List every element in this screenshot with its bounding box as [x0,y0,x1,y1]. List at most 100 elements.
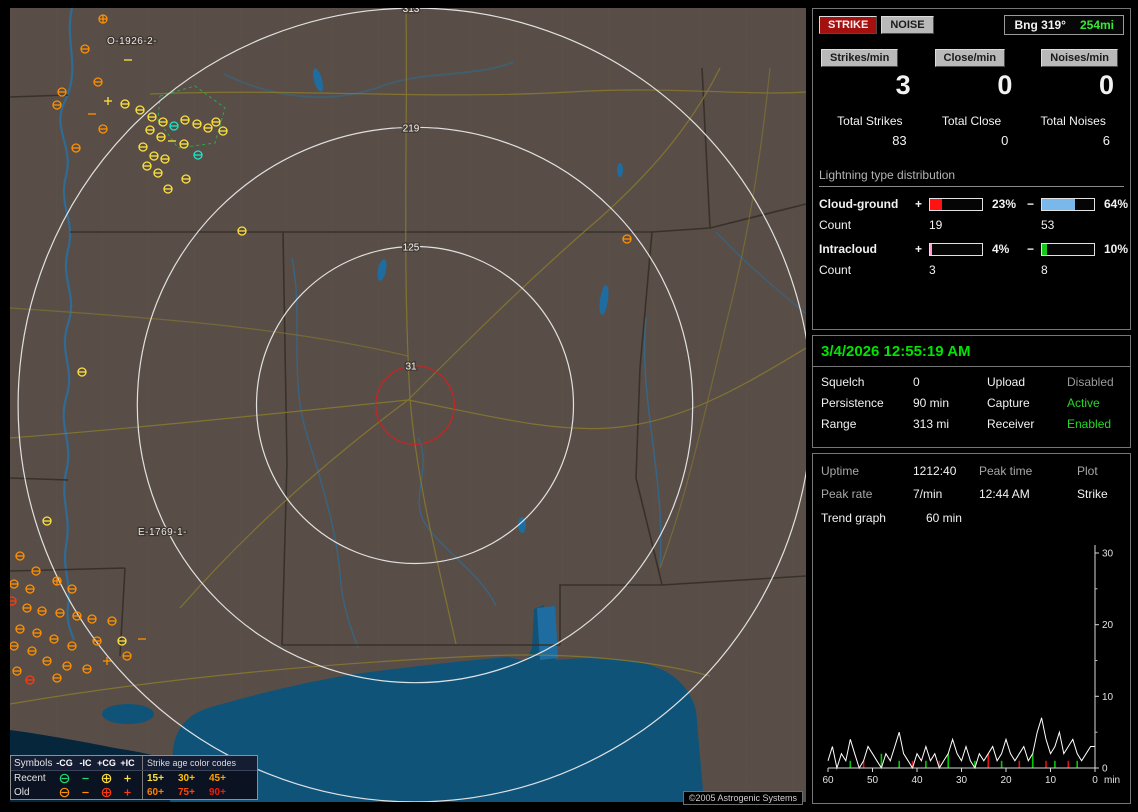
lightning-map[interactable]: 31 125 219 313 O-1926-2- E-1769-1- Symbols -C… [10,8,806,805]
persistence-value: 90 min [913,396,950,410]
cloud-ground-count-row: Count 19 53 [819,218,1124,232]
uptime-value: 1212:40 [913,464,957,478]
close-per-min-value: 0 [997,70,1013,100]
upload-value: Disabled [1067,375,1114,389]
uptime-label: Uptime [821,464,860,478]
side-panel: STRIKE NOISE Bng 319° 254mi Strikes/min … [812,8,1131,804]
svg-text:20: 20 [1102,620,1114,631]
cg-minus-count: 53 [1041,218,1055,232]
cg+-symbol-icon [96,772,117,785]
bearing-readout: Bng 319° 254mi [1004,15,1124,35]
ic--symbol-icon [75,786,96,799]
count-label: Count [819,263,852,277]
plot-value[interactable]: Strike [1077,487,1122,501]
cg-plus-count: 19 [929,218,943,232]
ic-plus-pct: 4% [992,242,1010,256]
bearing-label: Bng 319° [1014,18,1066,32]
strikes-per-min-value: 3 [895,70,911,100]
noise-toggle-button[interactable]: NOISE [881,16,934,34]
map-canvas[interactable]: 31 125 219 313 O-1926-2- E-1769-1- [10,8,806,802]
ic+-symbol-icon [117,772,138,785]
plot-label: Plot [1077,464,1098,478]
total-close-value: 0 [1001,133,1009,148]
ic-plus-count: 3 [929,263,936,277]
total-noises-label: Total Noises [1040,114,1106,128]
noises-per-min-value: 0 [1098,70,1115,100]
svg-text:313: 313 [403,8,420,15]
cg-plus-pct: 23% [992,197,1017,211]
intracloud-label: Intracloud [819,242,878,256]
ic+-symbol-icon [117,786,138,799]
capture-label: Capture [987,396,1030,410]
ic-minus-pct: 10% [1104,242,1129,256]
total-strikes-label: Total Strikes [837,114,903,128]
plus-sign: + [915,242,923,256]
svg-text:40: 40 [911,775,923,786]
svg-text:O-1926-2-: O-1926-2- [107,36,157,47]
cg--symbol-icon [54,772,75,785]
cloud-ground-label: Cloud-ground [819,197,899,211]
cloud-ground-row: Cloud-ground + 23% − 64% [819,197,1128,211]
receiver-value: Enabled [1067,417,1112,431]
status-panel: 3/4/2026 12:55:19 AM Squelch 0 Upload Di… [812,335,1131,448]
svg-text:0: 0 [1102,764,1108,775]
intracloud-row: Intracloud + 4% − 10% [819,242,1128,256]
copyright-label: ©2005 Astrogenic Systems [682,791,803,805]
strike-toggle-button[interactable]: STRIKE [819,16,878,34]
svg-text:31: 31 [405,362,417,373]
peak-rate-label: Peak rate [821,487,873,501]
count-label: Count [819,218,852,232]
cg-plus-bar [929,197,983,211]
svg-text:0: 0 [1092,775,1098,786]
svg-text:min: min [1104,775,1120,786]
intracloud-count-row: Count 3 8 [819,263,1124,277]
svg-text:125: 125 [403,243,420,254]
svg-text:30: 30 [1102,549,1114,560]
peak-time-label: Peak time [979,464,1033,478]
svg-text:10: 10 [1045,775,1057,786]
datetime-display: 3/4/2026 12:55:19 AM [813,336,1130,367]
svg-text:E-1769-1-: E-1769-1- [138,527,187,538]
minus-sign: − [1027,242,1035,256]
distribution-title: Lightning type distribution [819,168,1124,187]
bearing-distance: 254mi [1079,18,1114,32]
noises-per-min-button[interactable]: Noises/min [1041,49,1118,67]
minus-sign: − [1027,197,1035,211]
legend-row: Recent 15+ 30+ 45+ [14,771,226,785]
counters-panel: STRIKE NOISE Bng 319° 254mi Strikes/min … [812,8,1131,330]
svg-text:50: 50 [867,775,879,786]
squelch-label: Squelch [821,375,865,389]
legend-header: Symbols -CG -IC +CG +IC Strike age color code… [11,756,257,771]
plus-sign: + [915,197,923,211]
total-noises-value: 6 [1102,133,1111,148]
ic-plus-bar [929,242,983,256]
cg-minus-bar [1041,197,1095,211]
squelch-value: 0 [913,375,920,389]
svg-text:10: 10 [1102,692,1114,703]
svg-text:20: 20 [1000,775,1012,786]
trend-graph-label: Trend graph [821,511,886,525]
range-value: 313 mi [913,417,950,431]
trend-window-value: 60 min [925,511,962,525]
svg-text:30: 30 [956,775,968,786]
ic--symbol-icon [75,772,96,785]
total-close-label: Total Close [941,114,1002,128]
close-per-min-button[interactable]: Close/min [934,49,1006,67]
peak-rate-value: 7/min [913,487,943,501]
peak-time-value: 12:44 AM [979,487,1030,501]
cg+-symbol-icon [96,786,117,799]
map-legend: Symbols -CG -IC +CG +IC Strike age color code… [10,755,258,800]
trend-graph: 010203060 50 40 30 20 10 0 min [822,545,1120,786]
cg-minus-pct: 64% [1104,197,1129,211]
receiver-label: Receiver [987,417,1035,431]
strikes-per-min-button[interactable]: Strikes/min [821,49,899,67]
persistence-label: Persistence [821,396,884,410]
capture-value: Active [1067,396,1100,410]
cg--symbol-icon [54,786,75,799]
ic-minus-bar [1041,242,1095,256]
ic-minus-count: 8 [1041,263,1048,277]
upload-label: Upload [987,375,1026,389]
trend-panel: Uptime 1212:40 Peak time Plot Peak rate … [812,453,1131,804]
total-strikes-value: 83 [892,133,907,148]
legend-row: Old 60+ 75+ 90+ [14,785,226,799]
